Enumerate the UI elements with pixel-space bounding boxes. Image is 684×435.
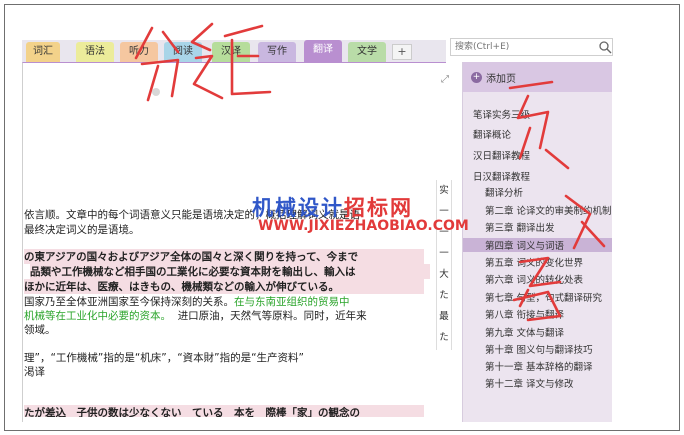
content-line-chinese: 机械等在工业化中必要的资本。 进口原油，天然气等原料。同时，近年来	[24, 308, 434, 323]
page-item[interactable]: 第三章 翻译出发	[485, 220, 555, 234]
tab-writing[interactable]: 写作	[258, 42, 296, 62]
page-item-selected[interactable]: 第四章 词义与词语	[463, 238, 612, 252]
tab-vocabulary[interactable]: 词汇	[26, 42, 60, 62]
tab-grammar[interactable]: 语法	[76, 42, 114, 62]
search-input[interactable]	[450, 38, 613, 56]
vertical-char: 大	[439, 269, 449, 280]
content-line-japanese: たが差込 子供の数は少なくない ている 本を 際棒「家」の観念の	[24, 405, 424, 417]
page-item[interactable]: 第二章 论译文的审美制约机制	[485, 203, 612, 217]
content-line: 理”，“工作機械”指的是“机床”，“資本財”指的是“生产资料”	[24, 352, 304, 364]
page-item[interactable]: 笔译实务三级	[473, 107, 530, 121]
vertical-text-column: 实 一 一 一 大 た 最 た	[436, 180, 452, 350]
watermark-text: 机械设计	[252, 195, 344, 220]
vertical-char: た	[439, 290, 449, 301]
add-section-button[interactable]: +	[392, 44, 412, 60]
add-page-button[interactable]: + 添加页	[471, 70, 516, 85]
page-item[interactable]: 第八章 衔接与翻译	[485, 307, 564, 321]
page-title-bar	[152, 88, 160, 96]
tab-listening[interactable]: 听力	[120, 42, 158, 62]
page-item[interactable]: 日汉翻译教程	[473, 169, 530, 183]
page-list-panel: + 添加页 笔译实务三级 翻译概论 汉日翻译教程 日汉翻译教程 翻译分析 第二章…	[462, 62, 612, 422]
page-item[interactable]: 第十章 图义句与翻译技巧	[485, 342, 593, 356]
page-content[interactable]	[22, 62, 446, 422]
content-line-chinese: 国家乃至全体亚洲国家至今保持深刻的关系。在与东南亚组织的贸易中	[24, 294, 434, 309]
page-item[interactable]: 翻译分析	[485, 185, 523, 199]
content-text-green: 机械等在工业化中必要的资本。	[24, 310, 171, 322]
page-item[interactable]: 第十一章 基本辞格的翻译	[485, 359, 593, 373]
page-item[interactable]: 汉日翻译教程	[473, 148, 530, 162]
content-line: 领域。	[24, 324, 56, 336]
vertical-char: た	[439, 332, 449, 343]
vertical-char: 实	[439, 185, 449, 196]
content-line-japanese: ほかに近年は、医療、はきもの、機械類などの輸入が伸びている。	[24, 279, 424, 294]
watermark-url: WWW.JIXIEZHAOBIAO.COM	[258, 218, 469, 234]
content-line: 渇译	[24, 366, 45, 378]
tab-reading[interactable]: 阅读	[164, 42, 202, 62]
tab-literature[interactable]: 文学	[348, 42, 386, 62]
page-item[interactable]: 第六章 词义的转化处表	[485, 272, 583, 286]
search-icon[interactable]	[598, 40, 612, 54]
expand-icon[interactable]: ⤢	[441, 74, 449, 85]
page-item[interactable]: 第九章 文体与翻译	[485, 325, 564, 339]
vertical-char: 最	[439, 311, 449, 322]
content-line-japanese: 品類や工作機械など相手国の工業化に必要な資本財を輸出し、輸入は	[30, 264, 430, 279]
add-page-label: 添加页	[486, 74, 516, 85]
vertical-char: 一	[439, 248, 449, 259]
tab-chinese-translation[interactable]: 汉译	[212, 42, 250, 62]
content-line: 最终决定词义的是语境。	[24, 224, 140, 236]
content-text: 进口原油，天然气等原料。同时，近年来	[177, 310, 367, 322]
page-item[interactable]: 第七章 句型，句式翻译研究	[485, 290, 602, 304]
page-item[interactable]: 第十二章 译文与修改	[485, 376, 574, 390]
content-line-japanese: の東アジアの国々およびアジア全体の国々と深く関りを持って、今まで	[24, 249, 424, 264]
page-item[interactable]: 第五章 词义的变化世界	[485, 255, 583, 269]
plus-icon: +	[471, 72, 482, 83]
content-text-green: 在与东南亚组织的贸易中	[234, 296, 350, 308]
watermark-text-red: 招标网	[344, 195, 413, 220]
tab-translation[interactable]: 翻译	[304, 40, 342, 62]
content-text: 国家乃至全体亚洲国家至今保持深刻的关系。	[24, 296, 234, 308]
page-item[interactable]: 翻译概论	[473, 127, 511, 141]
